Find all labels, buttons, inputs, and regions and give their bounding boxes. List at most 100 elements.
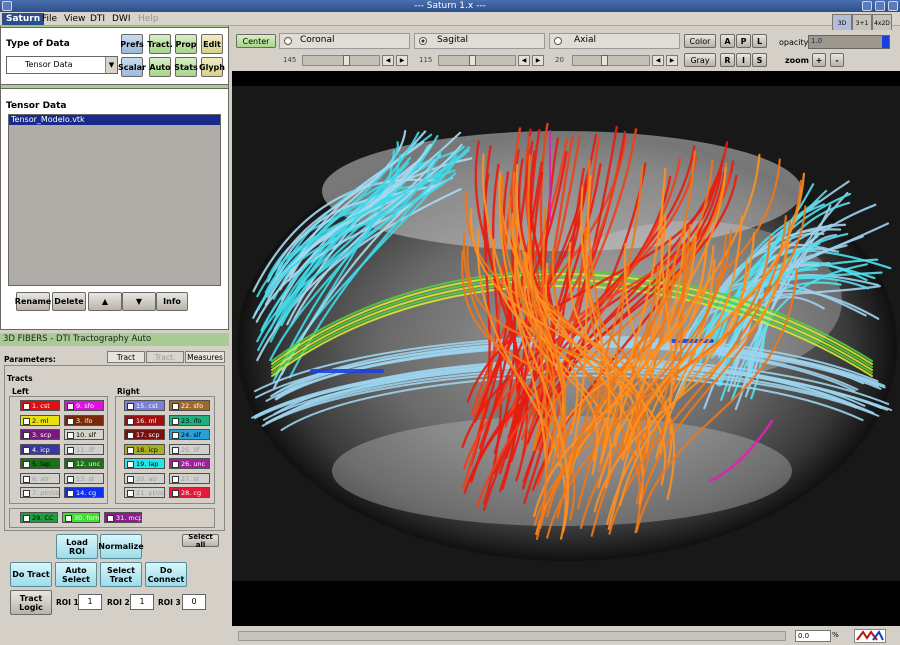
delete-button[interactable]: Delete [52,292,86,311]
menu-dti[interactable]: DTI [86,13,109,25]
coronal-slider[interactable] [302,55,380,66]
axial-next-icon[interactable]: ▶ [666,55,678,66]
data-type-select[interactable]: Tensor Data ▼ [6,56,118,74]
menu-help[interactable]: Help [134,13,163,25]
orient-s-button[interactable]: S [752,53,767,67]
info-button[interactable]: Info [156,292,188,311]
tab-tract[interactable]: Tract [107,351,145,363]
axial-prev-icon[interactable]: ◀ [652,55,664,66]
select-all-button[interactable]: Select all [182,533,219,549]
prefs-button[interactable]: Prefs [120,34,144,54]
scalar-button[interactable]: Scalar [118,57,146,77]
sagital-next-icon[interactable]: ▶ [532,55,544,66]
window-menu-icon[interactable] [2,1,12,11]
axial-slider[interactable] [572,55,650,66]
sagital-prev-icon[interactable]: ◀ [518,55,530,66]
tract-checkbox-27-st[interactable]: 27. st [169,472,210,484]
roi2-spinner[interactable]: 1 [130,594,154,610]
tract-logic-button[interactable]: Tract Logic [10,590,52,615]
tract-checkbox-7-ptr-str[interactable]: 7. ptr/str [20,487,60,498]
tract-checkbox-4-icp[interactable]: 4. icp [20,443,60,455]
menu-dwi[interactable]: DWI [108,13,134,25]
slider-thumb[interactable] [343,55,350,66]
edit-button[interactable]: Edit [201,34,223,54]
tract-checkbox-11-ilf[interactable]: 11. ilf [64,443,104,455]
tract-checkbox-15-cst[interactable]: 15. cst [124,400,165,411]
tract-checkbox-24-slf[interactable]: 24. slf [169,429,210,440]
tract-checkbox-19-lap[interactable]: 19. lap [124,458,165,469]
tract-checkbox-9-sfo[interactable]: 9. sfo [64,400,104,411]
color-button[interactable]: Color [684,34,716,48]
do-tract-button[interactable]: Do Tract [10,562,52,587]
tab-tract-auto[interactable]: Tract. Auto [146,351,184,373]
close-icon[interactable] [888,1,898,11]
slider-thumb[interactable] [882,36,889,48]
sagital-slider[interactable] [438,55,516,66]
tract-checkbox-31-mcp[interactable]: 31. mcp [104,512,142,523]
tract-checkbox-6-atr[interactable]: 6. atr [20,472,60,484]
tract-checkbox-18-icp[interactable]: 18. icp [124,443,165,455]
coronal-prev-icon[interactable]: ◀ [382,55,394,66]
tract-checkbox-28-cg[interactable]: 28. cg [169,487,210,498]
orient-i-button[interactable]: I [736,53,751,67]
roi1-spinner[interactable]: 1 [78,594,102,610]
tract-checkbox-14-cg[interactable]: 14. cg [64,487,104,498]
coronal-radio[interactable] [284,37,292,45]
orient-a-button[interactable]: A [720,34,735,48]
auto-select-button[interactable]: Auto Select [55,562,97,587]
tract-checkbox-30-forn[interactable]: 30. forn [62,512,100,523]
coronal-option[interactable]: Coronal [279,33,410,49]
auto-button[interactable]: Auto [149,57,171,77]
slider-thumb[interactable] [601,55,608,66]
maximize-icon[interactable] [875,1,885,11]
zoom-out-button[interactable]: - [830,53,844,67]
select-tract-button[interactable]: Select Tract [100,562,142,587]
orient-l-button[interactable]: L [752,34,767,48]
tract-checkbox-25-ilf[interactable]: 25. ilf [169,443,210,455]
tract-checkbox-20-atr[interactable]: 20. atr [124,472,165,484]
tract-checkbox-3-ifo[interactable]: 3. ifo [64,414,104,426]
do-connect-button[interactable]: Do Connect [145,562,187,587]
center-button[interactable]: Center [236,34,276,48]
rename-button[interactable]: Rename [15,292,51,311]
tab-measures[interactable]: Measures [185,351,225,363]
slider-thumb[interactable] [469,55,476,66]
tract-checkbox-21-ptr-str[interactable]: 21. ptr/str [124,487,165,498]
tensor-data-list[interactable]: Tensor_Modelo.vtk [8,114,221,286]
menu-file[interactable]: File [38,13,61,25]
gray-button[interactable]: Gray [684,53,716,67]
tract-checkbox-12-unc[interactable]: 12. unc [64,458,104,469]
3d-viewport[interactable] [232,71,900,626]
orient-r-button[interactable]: R [720,53,735,67]
stats-button[interactable]: Stats [174,57,198,77]
minimize-icon[interactable] [862,1,872,11]
list-item[interactable]: Tensor_Modelo.vtk [9,115,220,125]
tract-checkbox-1-cst[interactable]: 1. cst [20,400,60,411]
move-up-button[interactable]: ▲ [88,292,122,311]
tract-checkbox-10-slf[interactable]: 10. slf [64,429,104,440]
sagital-option[interactable]: Sagital [414,33,545,49]
tract-checkbox-23-ifo[interactable]: 23. ifo [169,414,210,426]
tract-checkbox-17-scp[interactable]: 17. scp [124,429,165,440]
tract-checkbox-3-scp[interactable]: 3. scp [20,429,60,440]
zoom-in-button[interactable]: + [812,53,826,67]
tract-checkbox-26-unc[interactable]: 26. unc [169,458,210,469]
tract-checkbox-22-sfo[interactable]: 22. sfo [169,400,210,411]
load-roi-button[interactable]: Load ROI [56,534,98,559]
orient-p-button[interactable]: P [736,34,751,48]
axial-radio[interactable] [554,37,562,45]
tract-checkbox-29-cc[interactable]: 29. CC [20,512,58,523]
tract-checkbox-5-lap[interactable]: 5. lap [20,458,60,469]
tract-checkbox-13-st[interactable]: 13. st [64,472,104,484]
glyph-button[interactable]: Glyph [199,57,225,77]
roi3-spinner[interactable]: 0 [182,594,206,610]
prop-button[interactable]: Prop [175,34,197,54]
opacity-slider[interactable]: 1.0 [808,35,890,49]
tract-checkbox-2-ml[interactable]: 2. ml [20,414,60,426]
axial-option[interactable]: Axial [549,33,680,49]
menu-view[interactable]: View [60,13,89,25]
chevron-down-icon[interactable]: ▼ [105,57,117,73]
tract-button[interactable]: Tract. [147,34,173,54]
coronal-next-icon[interactable]: ▶ [396,55,408,66]
normalize-button[interactable]: Normalize [98,534,144,559]
